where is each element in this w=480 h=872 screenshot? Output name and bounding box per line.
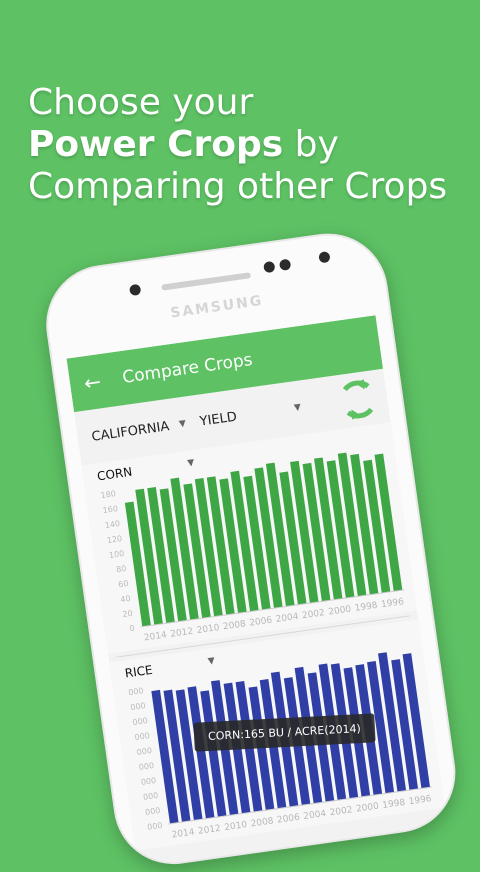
corn-y-tick-label: 120 [106,534,122,545]
rice-y-tick-label: 000 [147,821,163,832]
corn-y-tick-label: 180 [100,489,116,500]
rice-y-tick-label: 000 [128,686,144,697]
corn-x-tick-label: 1996 [380,597,404,610]
corn-x-tick-label: 2000 [328,604,352,617]
corn-x-tick-label: 2002 [301,608,325,621]
speaker-grille [161,272,252,291]
rice-y-tick-label: 000 [145,806,161,817]
corn-x-tick-label: 2008 [222,619,246,632]
promo-line-2: Power Crops by [28,124,480,166]
proximity-sensor [318,251,331,264]
front-camera-2 [278,258,292,271]
corn-y-tick-label: 140 [104,519,120,530]
promo-line-2-rest: by [283,124,339,165]
rice-x-tick-label: 2006 [276,813,300,826]
screen-title: Compare Crops [121,349,254,388]
corn-x-tick-label: 2014 [143,630,167,643]
sensor-dot [128,283,142,297]
rice-y-tick-label: 000 [132,716,148,727]
chevron-down-icon: ▼ [178,418,187,430]
corn-y-tick-label: 160 [102,504,118,515]
rice-y-tick-label: 000 [134,731,150,742]
rice-y-tick-label: 000 [138,761,154,772]
corn-x-tick-label: 2010 [196,623,220,636]
corn-y-tick-label: 60 [118,579,129,589]
rice-x-tick-label: 1996 [408,794,432,807]
rice-x-tick-label: 2002 [329,805,353,818]
front-camera [263,260,276,274]
chevron-down-icon: ▼ [186,457,196,469]
corn-x-tick-label: 2006 [249,616,273,629]
corn-y-tick-label: 20 [122,609,133,619]
phone-frame: SAMSUNG ← Compare Crops CALIFORNIA ▼ YIE… [38,225,464,872]
rice-y-tick-label: 000 [130,701,146,712]
corn-y-tick-label: 80 [116,564,127,574]
rice-x-tick-label: 2008 [250,816,274,829]
refresh-icon[interactable] [336,377,380,421]
arrow-left-icon[interactable]: ← [82,369,102,395]
promo-highlight: Power Crops [28,124,284,165]
promo-line-3: Comparing other Crops [28,166,448,207]
rice-y-tick-label: 000 [140,776,156,787]
rice-x-tick-label: 2000 [355,802,379,815]
rice-y-tick-label: 000 [136,746,152,757]
corn-x-tick-label: 2004 [275,612,299,625]
rice-x-tick-label: 2014 [171,827,195,840]
promo-line-1: Choose your [28,82,254,123]
promo-headline: Choose your Power Crops by Comparing oth… [28,82,480,208]
corn-y-tick-label: 0 [129,624,135,634]
app-screen: ← Compare Crops CALIFORNIA ▼ YIELD ▼ COR… [66,315,448,872]
corn-x-tick-label: 1998 [354,601,378,614]
metric-select-value: YIELD [198,409,238,430]
rice-x-tick-label: 2004 [303,809,327,822]
chevron-down-icon: ▼ [293,402,302,414]
chevron-down-icon: ▼ [207,655,216,667]
corn-x-tick-label: 2012 [170,627,194,640]
metric-select[interactable]: YIELD ▼ [198,400,302,430]
corn-y-tick-label: 100 [108,549,124,560]
state-select[interactable]: CALIFORNIA ▼ [90,416,187,445]
rice-x-tick-label: 2010 [224,820,248,833]
rice-x-tick-label: 2012 [197,824,221,837]
rice-y-tick-label: 000 [142,791,158,802]
state-select-value: CALIFORNIA [90,418,171,445]
corn-y-tick-label: 40 [120,594,131,604]
